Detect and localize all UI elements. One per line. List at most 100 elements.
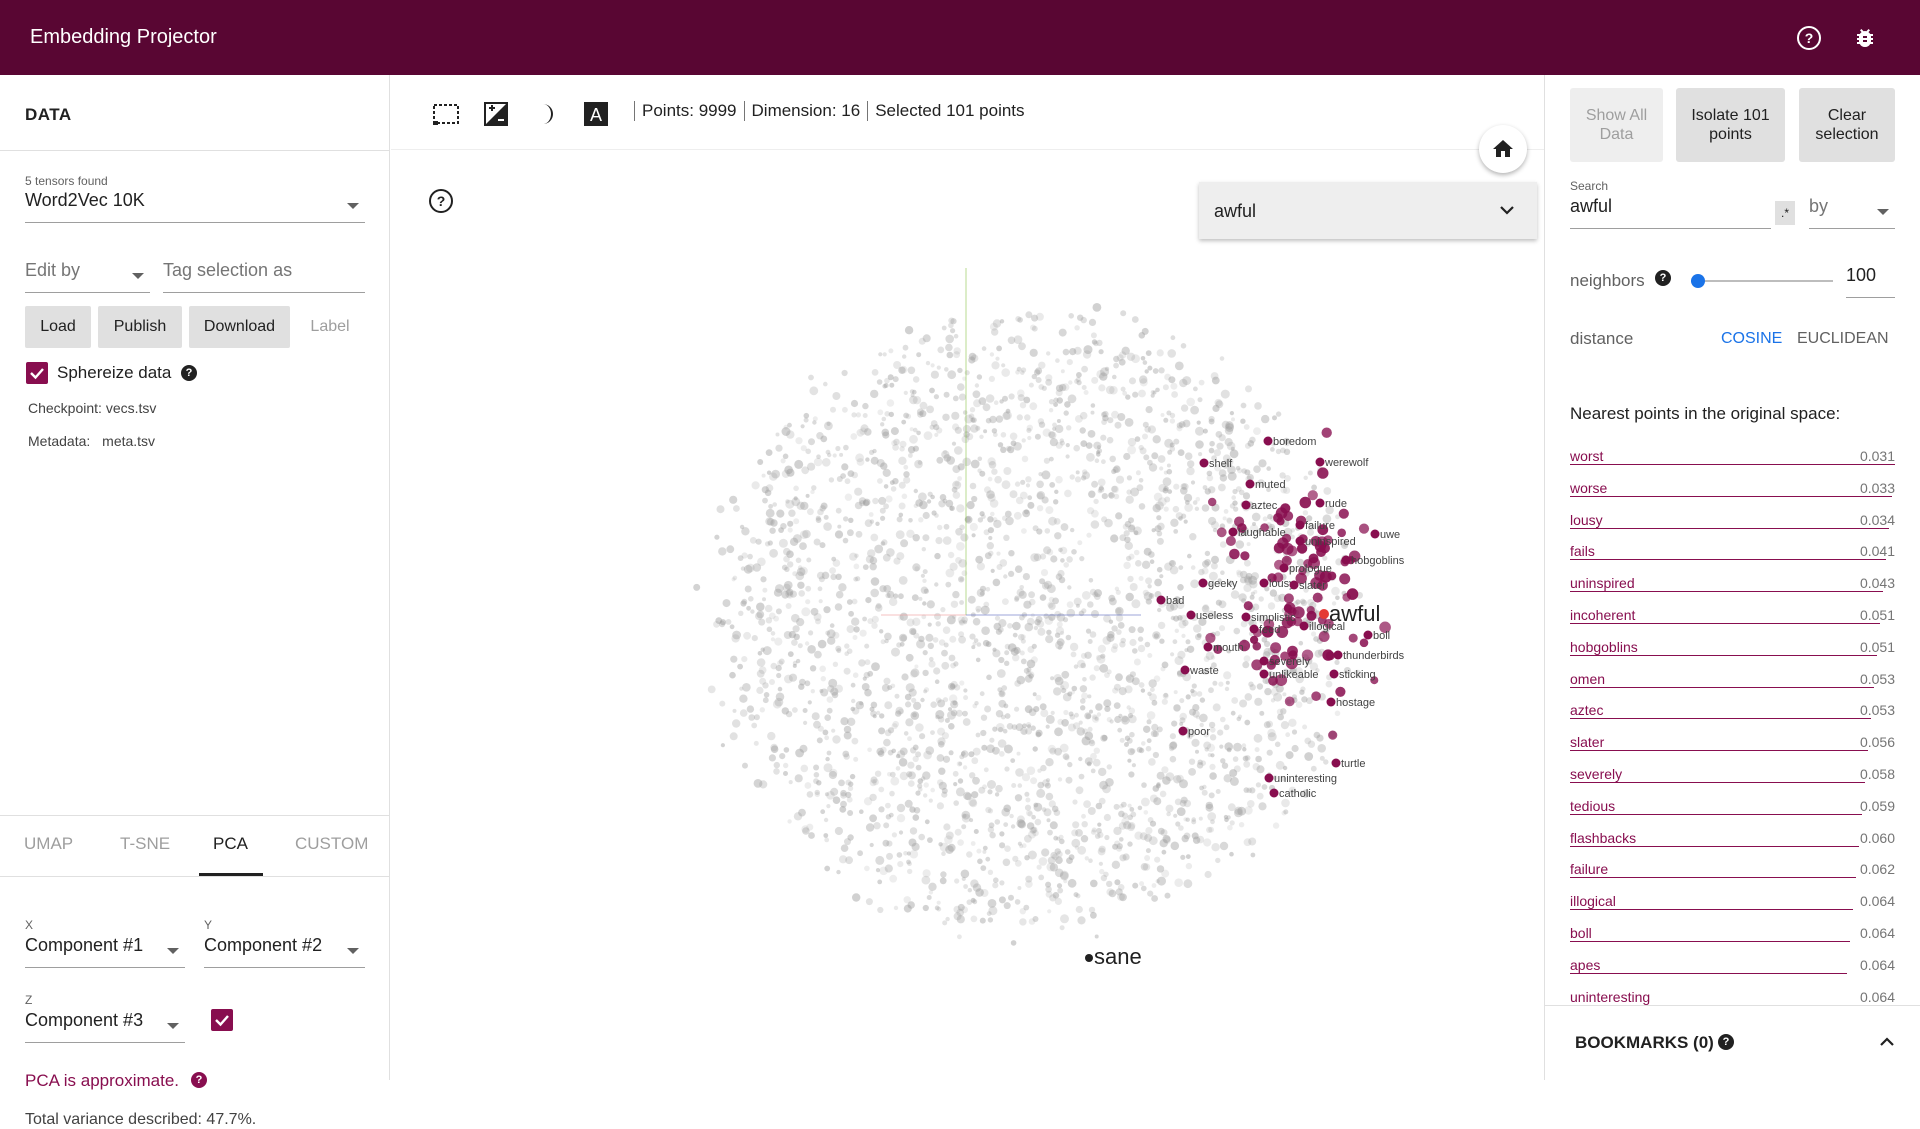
neighbor-word[interactable]: lousy bbox=[1570, 512, 1603, 528]
search-input[interactable]: awful bbox=[1570, 196, 1771, 229]
neighbor-word[interactable]: apes bbox=[1570, 957, 1600, 973]
clear-selection-button[interactable]: Clear selection bbox=[1799, 88, 1895, 162]
embedding-point bbox=[943, 450, 948, 455]
help-circle-icon[interactable]: ? bbox=[428, 188, 454, 214]
show-all-data-button[interactable]: Show All Data bbox=[1570, 88, 1663, 162]
bookmarks-panel[interactable]: BOOKMARKS (0) ? bbox=[1545, 1005, 1920, 1080]
nearest-neighbor-row[interactable]: severely 0.058 bbox=[1570, 758, 1895, 790]
embedding-point bbox=[914, 664, 919, 669]
neighbor-word[interactable]: uninspired bbox=[1570, 575, 1635, 591]
embedding-point bbox=[901, 673, 909, 681]
z-component-select[interactable]: Component #3 bbox=[25, 1010, 185, 1043]
chevron-up-icon[interactable] bbox=[1879, 1036, 1895, 1048]
embedding-point bbox=[898, 830, 904, 835]
download-button[interactable]: Download bbox=[189, 306, 290, 348]
neighbor-word[interactable]: flashbacks bbox=[1570, 830, 1636, 846]
load-button[interactable]: Load bbox=[25, 306, 91, 348]
neighbors-slider-thumb[interactable] bbox=[1691, 274, 1706, 288]
nearest-neighbor-row[interactable]: flashbacks 0.060 bbox=[1570, 822, 1895, 854]
tab-umap[interactable]: UMAP bbox=[24, 834, 73, 854]
embedding-point bbox=[1089, 709, 1093, 714]
tensor-select[interactable]: Word2Vec 10K bbox=[25, 190, 365, 223]
edit-by-select[interactable]: Edit by bbox=[25, 260, 150, 293]
reset-view-button[interactable] bbox=[1479, 125, 1527, 173]
sphereize-checkbox[interactable] bbox=[26, 362, 48, 384]
embedding-point bbox=[1017, 841, 1023, 846]
bug-icon[interactable] bbox=[1850, 23, 1880, 53]
neighbor-word[interactable]: worse bbox=[1570, 480, 1607, 496]
nearest-neighbor-row[interactable]: aztec 0.053 bbox=[1570, 694, 1895, 726]
search-by-select[interactable]: by bbox=[1809, 196, 1895, 229]
nearest-neighbor-row[interactable]: fails 0.041 bbox=[1570, 535, 1895, 567]
nearest-neighbor-row[interactable]: lousy 0.034 bbox=[1570, 504, 1895, 536]
embedding-point bbox=[879, 629, 884, 634]
neighbor-word[interactable]: boll bbox=[1570, 925, 1592, 941]
night-mode-icon[interactable] bbox=[531, 99, 561, 129]
help-icon[interactable]: ? bbox=[181, 365, 197, 381]
nearest-neighbor-row[interactable]: boll 0.064 bbox=[1570, 917, 1895, 949]
tab-tsne[interactable]: T-SNE bbox=[120, 834, 170, 854]
embedding-point bbox=[732, 708, 737, 713]
tag-selection-input[interactable]: Tag selection as bbox=[163, 260, 365, 293]
embedding-point bbox=[1059, 383, 1067, 392]
isolate-points-button[interactable]: Isolate 101 points bbox=[1676, 88, 1785, 162]
regex-toggle[interactable]: .* bbox=[1775, 201, 1795, 225]
x-component-select[interactable]: Component #1 bbox=[25, 935, 185, 968]
embedding-point bbox=[1065, 634, 1072, 641]
neighbor-word[interactable]: worst bbox=[1570, 448, 1603, 464]
nearest-neighbor-row[interactable]: tedious 0.059 bbox=[1570, 790, 1895, 822]
embedding-point bbox=[1104, 705, 1111, 713]
help-icon[interactable]: ? bbox=[1718, 1034, 1734, 1050]
nearest-neighbor-row[interactable]: uninspired 0.043 bbox=[1570, 567, 1895, 599]
nearest-neighbor-row[interactable]: slater 0.056 bbox=[1570, 726, 1895, 758]
tab-custom[interactable]: CUSTOM bbox=[295, 834, 368, 854]
help-icon[interactable]: ? bbox=[191, 1072, 207, 1088]
z-enabled-checkbox[interactable] bbox=[211, 1009, 233, 1031]
embedding-point bbox=[862, 616, 867, 622]
neighbor-word[interactable]: aztec bbox=[1570, 702, 1603, 718]
nearest-neighbor-row[interactable]: worst 0.031 bbox=[1570, 440, 1895, 472]
embedding-point bbox=[947, 370, 957, 380]
labels-toggle-icon[interactable]: A bbox=[581, 99, 611, 129]
nearest-neighbor-row[interactable]: worse 0.033 bbox=[1570, 472, 1895, 504]
select-rect-icon[interactable] bbox=[431, 99, 461, 129]
neighbor-word[interactable]: omen bbox=[1570, 671, 1605, 687]
neighbor-word[interactable]: severely bbox=[1570, 766, 1622, 782]
embedding-point bbox=[1222, 516, 1227, 521]
embedding-point bbox=[906, 618, 915, 627]
neighbor-word[interactable]: incoherent bbox=[1570, 607, 1635, 623]
point-search-dropdown[interactable]: awful bbox=[1199, 182, 1537, 239]
cosine-button[interactable]: COSINE bbox=[1721, 330, 1782, 348]
y-component-select[interactable]: Component #2 bbox=[204, 935, 365, 968]
nearest-neighbor-row[interactable]: failure 0.062 bbox=[1570, 853, 1895, 885]
embedding-point bbox=[814, 650, 822, 659]
publish-button[interactable]: Publish bbox=[98, 306, 182, 348]
euclidean-button[interactable]: EUCLIDEAN bbox=[1797, 330, 1889, 348]
embedding-point bbox=[891, 723, 898, 730]
embedding-point bbox=[862, 402, 869, 410]
embedding-point bbox=[806, 557, 812, 563]
nearest-neighbor-row[interactable]: apes 0.064 bbox=[1570, 949, 1895, 981]
embedding-point bbox=[922, 771, 931, 780]
tab-pca[interactable]: PCA bbox=[213, 834, 248, 854]
help-circle-icon[interactable]: ? bbox=[1794, 23, 1824, 53]
labeled-point bbox=[1241, 500, 1251, 510]
nearest-neighbor-row[interactable]: incoherent 0.051 bbox=[1570, 599, 1895, 631]
neighbor-word[interactable]: failure bbox=[1570, 861, 1608, 877]
neighbor-word[interactable]: fails bbox=[1570, 543, 1595, 559]
label-button[interactable]: Label bbox=[297, 306, 363, 348]
neighbors-input[interactable]: 100 bbox=[1846, 265, 1895, 298]
help-icon[interactable]: ? bbox=[1655, 270, 1671, 286]
neighbors-slider-track[interactable] bbox=[1691, 280, 1833, 282]
projection-view[interactable]: boredom shelf werewolf muted aztec rude failur… bbox=[391, 75, 1544, 1080]
neighbor-word[interactable]: hobgoblins bbox=[1570, 639, 1638, 655]
embedding-point bbox=[847, 810, 854, 816]
nearest-neighbor-row[interactable]: omen 0.053 bbox=[1570, 663, 1895, 695]
nearest-neighbor-row[interactable]: illogical 0.064 bbox=[1570, 885, 1895, 917]
nearest-neighbor-row[interactable]: hobgoblins 0.051 bbox=[1570, 631, 1895, 663]
neighbor-word[interactable]: tedious bbox=[1570, 798, 1615, 814]
neighbor-word[interactable]: uninteresting bbox=[1570, 989, 1650, 1005]
neighbor-word[interactable]: illogical bbox=[1570, 893, 1616, 909]
night-mode-contrast-icon[interactable] bbox=[481, 99, 511, 129]
neighbor-word[interactable]: slater bbox=[1570, 734, 1604, 750]
